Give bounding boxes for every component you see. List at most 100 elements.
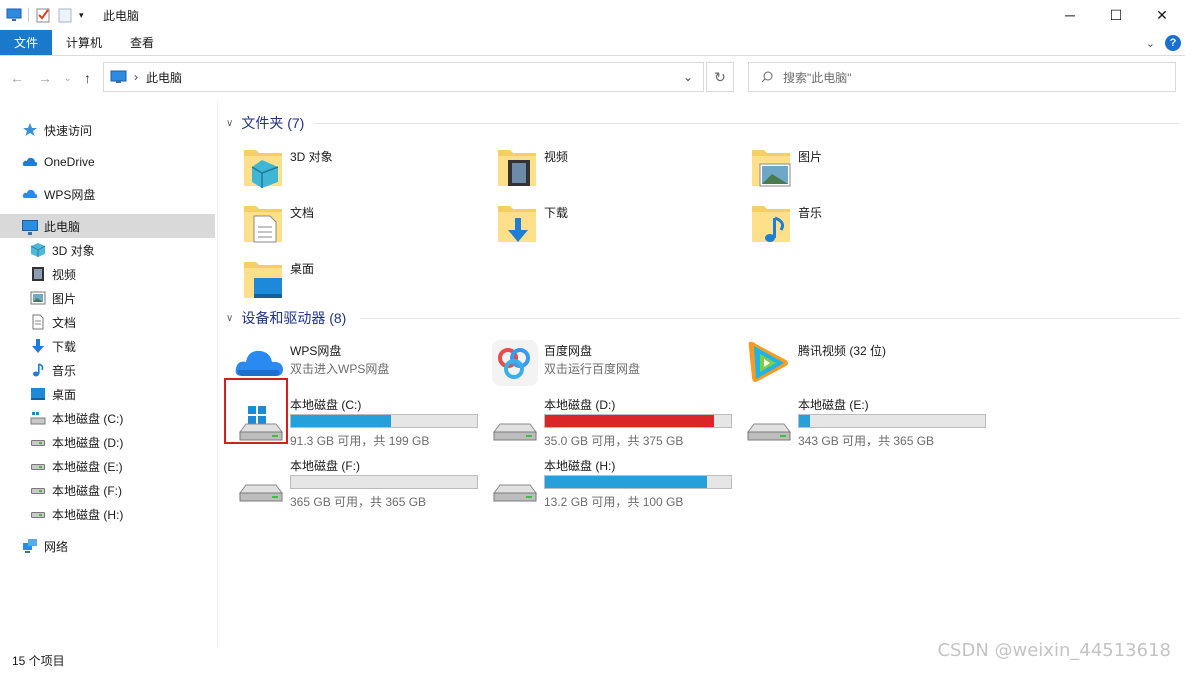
downloads-folder-icon [498, 206, 536, 242]
drive-usage-fill [799, 415, 811, 427]
drive-e[interactable]: 本地磁盘 (E:) 343 GB 可用，共 365 GB [726, 390, 986, 448]
drive-free-space: 91.3 GB 可用，共 199 GB [290, 434, 430, 448]
tab-file[interactable]: 文件 [0, 30, 53, 55]
folder-3d-objects[interactable]: 3D 对象 [218, 140, 458, 190]
sidebar-item-network[interactable]: 网络 [0, 534, 215, 558]
quick-access-toolbar: ▾ [6, 7, 95, 23]
sidebar-item-label: 音乐 [52, 363, 77, 378]
sidebar-item-pictures[interactable]: 图片 [0, 286, 215, 310]
up-button[interactable]: ↑ [84, 70, 91, 86]
sidebar-item-drive-h[interactable]: 本地磁盘 (H:) [0, 502, 215, 526]
navigation-pane: 快速访问 OneDrive WPS网盘 此电脑 3D 对象 视频 图片 文档 下… [0, 100, 218, 648]
3d-objects-folder-icon [244, 150, 282, 188]
device-tencent-video[interactable]: 腾讯视频 (32 位) [726, 336, 976, 392]
maximize-button[interactable]: ☐ [1093, 0, 1139, 30]
sidebar-item-label: 本地磁盘 (C:) [52, 411, 124, 426]
customize-toolbar-dropdown-icon[interactable]: ▾ [79, 7, 89, 23]
folder-pictures[interactable]: 图片 [726, 140, 966, 190]
sidebar-item-quick-access[interactable]: 快速访问 [0, 118, 215, 142]
breadcrumb-separator-icon[interactable]: › [134, 70, 138, 84]
minimize-button[interactable]: ─ [1047, 0, 1093, 30]
drive-icon [30, 458, 46, 474]
folder-label: 图片 [798, 150, 823, 164]
chevron-down-icon[interactable]: ∨ [226, 313, 233, 324]
pc-icon[interactable] [6, 7, 22, 23]
drive-usage-fill [545, 415, 715, 427]
sidebar-item-downloads[interactable]: 下载 [0, 334, 215, 358]
sidebar-item-drive-c[interactable]: 本地磁盘 (C:) [0, 406, 215, 430]
3d-objects-icon [30, 242, 46, 258]
sidebar-item-label: 网络 [44, 539, 69, 554]
address-bar[interactable]: › 此电脑 ⌄ [103, 62, 704, 92]
sidebar-item-label: OneDrive [44, 155, 95, 169]
sidebar-item-label: 本地磁盘 (F:) [52, 483, 122, 498]
pc-icon [22, 218, 38, 235]
address-dropdown-icon[interactable]: ⌄ [683, 70, 693, 84]
desktop-icon [30, 386, 46, 402]
drive-icon [239, 484, 283, 502]
sidebar-item-drive-e[interactable]: 本地磁盘 (E:) [0, 454, 215, 478]
new-folder-icon[interactable] [57, 7, 73, 23]
sidebar-item-drive-f[interactable]: 本地磁盘 (F:) [0, 478, 215, 502]
star-icon [22, 122, 38, 138]
music-folder-icon [752, 206, 790, 242]
sidebar-item-wps[interactable]: WPS网盘 [0, 182, 215, 206]
folder-videos[interactable]: 视频 [472, 140, 712, 190]
group-title: 文件夹 (7) [241, 115, 305, 131]
drive-free-space: 365 GB 可用，共 365 GB [290, 495, 427, 509]
expand-ribbon-icon[interactable]: ⌄ [1146, 37, 1155, 50]
recent-locations-dropdown-icon[interactable]: ⌄ [64, 73, 72, 84]
navigation-bar: ← → ⌄ ↑ › 此电脑 ⌄ ↻ 搜索"此电脑" [0, 56, 1185, 100]
sidebar-item-drive-d[interactable]: 本地磁盘 (D:) [0, 430, 215, 454]
pictures-icon [30, 290, 46, 306]
drive-h[interactable]: 本地磁盘 (H:) 13.2 GB 可用，共 100 GB [472, 451, 732, 509]
drive-free-space: 13.2 GB 可用，共 100 GB [544, 495, 684, 509]
sidebar-item-label: 图片 [52, 291, 77, 306]
music-icon [30, 362, 46, 378]
sidebar-item-this-pc[interactable]: 此电脑 [0, 214, 215, 238]
folder-label: 3D 对象 [290, 150, 333, 164]
sidebar-item-3d-objects[interactable]: 3D 对象 [0, 238, 215, 262]
item-count: 15 个项目 [12, 654, 65, 668]
folder-music[interactable]: 音乐 [726, 196, 966, 246]
sidebar-item-desktop[interactable]: 桌面 [0, 382, 215, 406]
sidebar-item-label: 本地磁盘 (D:) [52, 435, 124, 450]
back-button[interactable]: ← [10, 70, 24, 86]
system-drive-icon [30, 410, 46, 426]
drive-icon [30, 506, 46, 522]
forward-button[interactable]: → [38, 70, 52, 86]
sidebar-item-label: 3D 对象 [52, 243, 95, 258]
drive-d[interactable]: 本地磁盘 (D:) 35.0 GB 可用，共 375 GB [472, 390, 732, 448]
video-icon [30, 266, 46, 282]
sidebar-item-documents[interactable]: 文档 [0, 310, 215, 334]
group-header-folders[interactable]: ∨ 文件夹 (7) [226, 113, 304, 133]
ribbon-tabs: 文件 计算机 查看 ⌄ ? [0, 30, 1185, 56]
sidebar-item-videos[interactable]: 视频 [0, 262, 215, 286]
search-input[interactable]: 搜索"此电脑" [748, 62, 1176, 92]
sidebar-item-label: 桌面 [52, 387, 77, 402]
drive-f[interactable]: 本地磁盘 (F:) 365 GB 可用，共 365 GB [218, 451, 478, 509]
folder-label: 下载 [544, 206, 569, 220]
drive-usage-fill [291, 415, 392, 427]
group-header-devices[interactable]: ∨ 设备和驱动器 (8) [226, 308, 346, 328]
refresh-button[interactable]: ↻ [706, 62, 734, 92]
chevron-down-icon[interactable]: ∨ [226, 118, 233, 129]
drive-usage-bar [544, 475, 732, 489]
sidebar-item-music[interactable]: 音乐 [0, 358, 215, 382]
tab-computer[interactable]: 计算机 [52, 30, 116, 55]
close-button[interactable]: ✕ [1139, 0, 1185, 30]
folder-documents[interactable]: 文档 [218, 196, 458, 246]
sidebar-item-label: 文档 [52, 315, 77, 330]
folder-desktop[interactable]: 桌面 [218, 252, 458, 302]
documents-folder-icon [244, 206, 282, 243]
help-icon[interactable]: ? [1165, 35, 1181, 51]
device-baidu-netdisk[interactable]: 百度网盘 双击运行百度网盘 [472, 336, 722, 392]
tab-view[interactable]: 查看 [116, 30, 168, 55]
folder-downloads[interactable]: 下载 [472, 196, 712, 246]
drive-icon [30, 482, 46, 498]
sidebar-item-label: 下载 [52, 339, 77, 354]
drive-usage-bar [544, 414, 732, 428]
sidebar-item-onedrive[interactable]: OneDrive [0, 150, 215, 174]
breadcrumb-this-pc[interactable]: 此电脑 [146, 69, 182, 86]
properties-icon[interactable] [35, 7, 51, 23]
